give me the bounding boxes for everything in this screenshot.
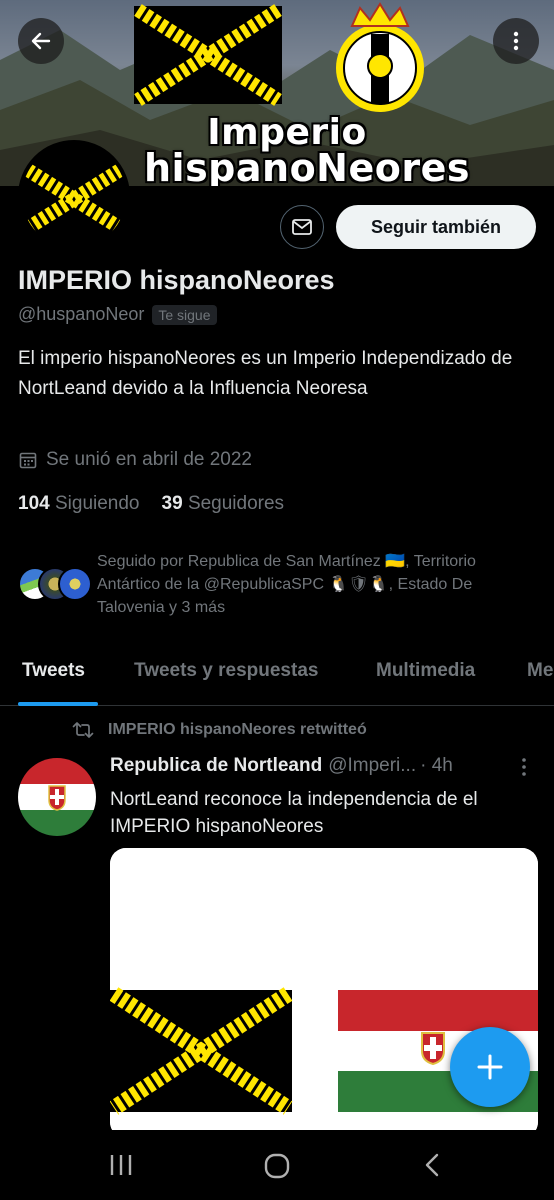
profile-bio: El imperio hispanoNeores es un Imperio I…: [18, 348, 513, 399]
tab-media[interactable]: Multimedia: [376, 660, 475, 682]
retweet-label: IMPERIO hispanoNeores retwitteó: [108, 721, 367, 738]
followed-by-text: Seguido por Republica de San Martínez 🇺🇦…: [97, 553, 476, 616]
join-date: Se unió en abril de 2022: [18, 449, 252, 471]
handle-row: @huspanoNeor Te sigue: [18, 304, 217, 325]
followers-you-know-avatars: [18, 566, 92, 603]
profile-tabs: Tweets Tweets y respuestas Multimedia Me: [0, 650, 554, 706]
followers-count: 39: [161, 493, 183, 514]
following-link[interactable]: 104 Siguiendo: [18, 493, 140, 515]
profile-avatar[interactable]: [18, 140, 130, 252]
avatar-flag-image: [22, 144, 126, 248]
recent-apps-icon[interactable]: [108, 1152, 134, 1178]
back-button[interactable]: [18, 18, 64, 64]
more-vertical-icon: [513, 31, 519, 51]
more-options-button[interactable]: [493, 18, 539, 64]
message-button[interactable]: [280, 205, 324, 249]
following-label: Siguiendo: [54, 493, 140, 514]
retweet-icon: [72, 722, 94, 738]
follow-back-button[interactable]: Seguir también: [336, 205, 536, 249]
followed-by-row[interactable]: Seguido por Republica de San Martínez 🇺🇦…: [18, 550, 527, 619]
follows-you-badge: Te sigue: [152, 304, 217, 325]
follower-avatar: [58, 566, 92, 601]
tweet-author-name[interactable]: Republica de Nortleand: [110, 755, 322, 777]
display-name: IMPERIO hispanoNeores: [18, 265, 335, 295]
home-icon[interactable]: [263, 1152, 291, 1180]
tab-likes[interactable]: Me: [527, 660, 553, 682]
follow-stats: 104 Siguiendo 39 Seguidores: [18, 493, 284, 515]
tweet-header: Republica de Nortleand @Imperi... · 4h: [110, 755, 453, 777]
mail-icon: [292, 219, 312, 235]
calendar-icon: [19, 452, 37, 469]
active-tab-indicator: [18, 702, 98, 706]
compose-tweet-button[interactable]: [450, 1027, 530, 1107]
tab-tweets-and-replies[interactable]: Tweets y respuestas: [134, 660, 318, 682]
tweet-author-handle: @Imperi...: [328, 755, 417, 776]
retweet-context: IMPERIO hispanoNeores retwitteó: [72, 720, 367, 740]
plus-icon: [477, 1054, 503, 1080]
author-flag-image: [18, 758, 96, 836]
tweet-more-button[interactable]: [518, 756, 530, 783]
profile-handle: @huspanoNeor: [18, 304, 145, 324]
tab-tweets[interactable]: Tweets: [22, 660, 85, 682]
back-arrow-icon: [31, 32, 51, 50]
more-vertical-icon: [522, 758, 526, 776]
system-back-icon[interactable]: [422, 1152, 444, 1178]
join-date-text: Se unió en abril de 2022: [46, 449, 252, 470]
following-count: 104: [18, 493, 50, 514]
system-navigation-bar: [0, 1130, 554, 1200]
followers-link[interactable]: 39 Seguidores: [162, 493, 285, 515]
tweet-text: NortLeand reconoce la independencia de e…: [110, 789, 478, 837]
tweet-author-avatar[interactable]: [18, 758, 96, 836]
followers-label: Seguidores: [187, 493, 285, 514]
tweet-time: · 4h: [420, 755, 453, 776]
